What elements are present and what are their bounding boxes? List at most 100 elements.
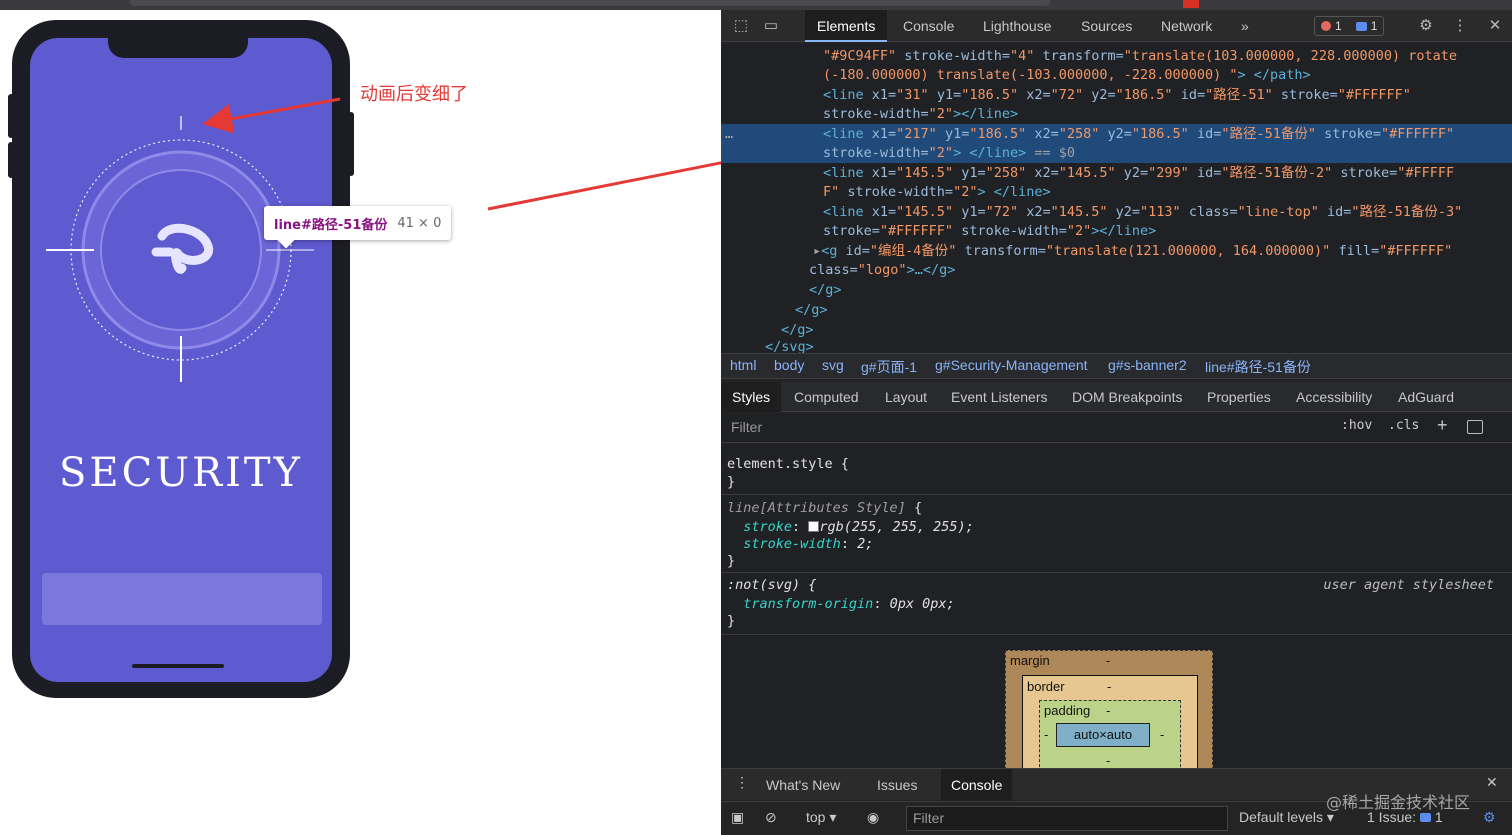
dom-node-line[interactable]: (-180.000000) translate(-103.000000, -22…: [721, 65, 1512, 85]
tab-elements[interactable]: Elements: [805, 10, 888, 42]
dom-node-text: stroke-width="2"> </line> == $0: [823, 143, 1075, 163]
dom-node-line[interactable]: </g>: [721, 280, 1512, 300]
padding-top-value: -: [1106, 703, 1111, 718]
breadcrumb-item[interactable]: line#路径-51备份: [1205, 357, 1311, 377]
dom-node-line[interactable]: ▸<g id="编组-4备份" transform="translate(121…: [721, 241, 1512, 261]
code-token: "72": [985, 204, 1019, 220]
breadcrumb-item[interactable]: body: [774, 357, 804, 373]
code-token: "2": [1066, 223, 1092, 239]
clear-console-icon[interactable]: ⊘: [765, 809, 777, 826]
rule-close: }: [727, 474, 736, 490]
security-bottom-panel[interactable]: [42, 573, 322, 625]
dom-node-line[interactable]: stroke-width="2"> </line> == $0: [721, 143, 1512, 163]
breadcrumb-item[interactable]: g#Security-Management: [935, 357, 1088, 373]
rule-selector: line[Attributes Style]: [727, 500, 906, 516]
dom-node-line[interactable]: F" stroke-width="2"> </line>: [721, 182, 1512, 202]
breadcrumb-item[interactable]: g#页面-1: [861, 357, 917, 377]
styles-subtab[interactable]: Styles: [721, 382, 782, 412]
dom-node-line[interactable]: </svg>: [721, 337, 1512, 353]
sidebar-toggle-icon[interactable]: ▣: [731, 809, 744, 826]
inspect-element-icon[interactable]: ⬚: [731, 16, 751, 36]
styles-filter-input[interactable]: Filter: [731, 419, 762, 435]
rule-open: {: [905, 500, 923, 516]
dom-node-line[interactable]: stroke="#FFFFFF" stroke-width="2"></line…: [721, 221, 1512, 241]
dom-node-line[interactable]: <line x1="31" y1="186.5" x2="72" y2="186…: [721, 85, 1512, 105]
styles-subtab[interactable]: AdGuard: [1387, 382, 1465, 412]
drawer-menu-icon[interactable]: ⋮: [735, 774, 749, 791]
gear-icon[interactable]: ⚙: [1416, 16, 1436, 36]
drawer-close-icon[interactable]: ✕: [1486, 774, 1498, 791]
home-indicator: [132, 664, 224, 668]
breadcrumb-item[interactable]: g#s-banner2: [1108, 357, 1187, 373]
phone-notch: [108, 38, 248, 58]
close-icon[interactable]: ✕: [1485, 16, 1505, 36]
styles-subtab[interactable]: Layout: [874, 382, 938, 412]
hov-toggle[interactable]: :hov: [1341, 418, 1372, 433]
more-tabs-icon[interactable]: »: [1229, 10, 1261, 42]
dom-node-line[interactable]: stroke-width="2"></line>: [721, 104, 1512, 124]
tab-sources[interactable]: Sources: [1069, 10, 1144, 42]
dom-node-line[interactable]: <line x1="145.5" y1="72" x2="145.5" y2="…: [721, 202, 1512, 222]
context-selector[interactable]: top ▾: [806, 809, 836, 826]
dom-node-line[interactable]: class="logo">…</g>: [721, 260, 1512, 280]
styles-subtab[interactable]: Properties: [1196, 382, 1282, 412]
box-model-margin[interactable]: margin - border - padding - - auto×auto …: [1005, 650, 1213, 772]
stroke-width-declaration[interactable]: stroke-width: 2;: [727, 536, 873, 552]
console-settings-gear-icon[interactable]: ⚙: [1483, 809, 1496, 826]
box-model-padding[interactable]: padding - - auto×auto - -: [1039, 700, 1181, 772]
dom-node-text: stroke="#FFFFFF" stroke-width="2"></line…: [823, 221, 1156, 241]
breadcrumb-item[interactable]: html: [730, 357, 756, 373]
code-token: "186.5": [961, 87, 1019, 103]
tab-network[interactable]: Network: [1149, 10, 1224, 42]
element-style-rule[interactable]: element.style {: [727, 456, 849, 472]
drawer-tab-console[interactable]: Console: [941, 769, 1013, 801]
transform-origin-declaration[interactable]: transform-origin: 0px 0px;: [727, 596, 955, 612]
transform-origin-value: 0px 0px;: [889, 596, 955, 612]
code-token: stroke=: [1272, 87, 1338, 103]
styles-subtab[interactable]: DOM Breakpoints: [1061, 382, 1193, 412]
tab-console[interactable]: Console: [891, 10, 966, 42]
console-filter-input[interactable]: Filter: [906, 806, 1228, 831]
padding-bottom-value: -: [1106, 753, 1111, 768]
styles-filter-bar: Filter :hov .cls +: [721, 413, 1512, 443]
error-counter[interactable]: 1 1: [1314, 16, 1385, 36]
dom-node-text: (-180.000000) translate(-103.000000, -22…: [823, 65, 1311, 85]
drawer-tab-whats-new[interactable]: What's New: [756, 769, 850, 801]
code-token: "#FFFFFF": [1381, 126, 1455, 142]
log-levels-dropdown[interactable]: Default levels ▾: [1239, 809, 1334, 826]
new-rule-button[interactable]: +: [1437, 415, 1448, 436]
code-token: "logo": [857, 262, 907, 278]
elements-dom-tree[interactable]: "#9C94FF" stroke-width="4" transform="tr…: [721, 43, 1512, 353]
code-token: transform=: [956, 243, 1046, 259]
styles-subtab[interactable]: Event Listeners: [940, 382, 1059, 412]
cls-toggle[interactable]: .cls: [1388, 418, 1419, 433]
color-swatch[interactable]: [808, 521, 820, 532]
security-illustration: [46, 116, 314, 382]
device-toolbar-icon[interactable]: ▭: [761, 16, 781, 36]
code-token: y2=: [1099, 126, 1132, 142]
breadcrumb-item[interactable]: svg: [822, 357, 844, 373]
box-model-content[interactable]: auto×auto: [1056, 723, 1150, 747]
drawer-tab-issues[interactable]: Issues: [867, 769, 927, 801]
devtools-toolbar: ⬚ ▭ Elements Console Lighthouse Sources …: [721, 10, 1512, 42]
styles-subtab[interactable]: Accessibility: [1285, 382, 1383, 412]
code-token: "line-top": [1237, 204, 1319, 220]
code-token: > </line>: [977, 184, 1051, 200]
code-token: x2=: [1026, 126, 1059, 142]
code-token: stroke-width=: [823, 145, 929, 161]
code-token: <line: [823, 87, 872, 103]
dom-node-line[interactable]: </g>: [721, 300, 1512, 320]
toggle-sidebar-icon[interactable]: [1467, 420, 1483, 434]
dom-node-line[interactable]: "#9C94FF" stroke-width="4" transform="tr…: [721, 46, 1512, 66]
dom-node-line[interactable]: <line x1="217" y1="186.5" x2="258" y2="1…: [721, 124, 1512, 144]
code-token: stroke=: [823, 223, 880, 239]
code-token: "145.5": [896, 165, 954, 181]
stroke-declaration[interactable]: stroke: rgb(255, 255, 255);: [727, 519, 973, 535]
dom-node-line[interactable]: <line x1="145.5" y1="258" x2="145.5" y2=…: [721, 163, 1512, 183]
styles-subtab[interactable]: Computed: [783, 382, 870, 412]
tab-lighthouse[interactable]: Lighthouse: [971, 10, 1064, 42]
live-expression-eye-icon[interactable]: ◉: [867, 809, 879, 826]
kebab-menu-icon[interactable]: ⋮: [1450, 16, 1470, 36]
node-actions-ellipsis[interactable]: …: [725, 124, 733, 144]
box-model-border[interactable]: border - padding - - auto×auto - -: [1022, 675, 1198, 772]
